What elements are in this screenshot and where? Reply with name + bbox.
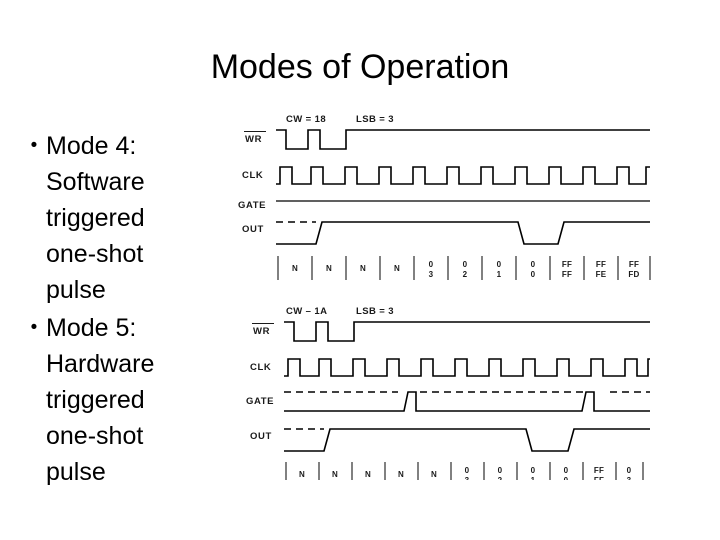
count-cell: N [365, 470, 371, 479]
count-cell-high: 00 [531, 260, 536, 279]
count-cell: 03 [465, 466, 470, 480]
count-row: N N N N 03 02 01 00 FF FF FF FE FF FD [277, 256, 651, 280]
count-cell: FFFF [594, 466, 604, 480]
count-cell: 03 [429, 260, 434, 279]
signal-label-wr: WR [253, 326, 270, 337]
count-cell: N [292, 264, 298, 273]
count-cell-high: 03 [465, 466, 470, 480]
count-cell: 02 [498, 466, 503, 480]
count-cell: N [394, 264, 400, 273]
signal-label-wr: WR [245, 134, 262, 145]
count-cell-high: 03 [429, 260, 434, 279]
count-cell: N [431, 470, 437, 479]
count-cell-high: 02 [498, 466, 503, 480]
count-cell-high: 01 [531, 466, 536, 480]
annotation-cw: CW = 18 [286, 114, 326, 125]
count-cell: N [332, 470, 338, 479]
count-cell: 01 [531, 466, 536, 480]
waveform-clk [276, 166, 650, 185]
count-cell: 02 [463, 260, 468, 279]
count-cell: FF FE [596, 260, 607, 279]
count-cell: 03 [627, 466, 632, 480]
signal-label-clk: CLK [250, 362, 271, 373]
count-row: N N N N N 03 02 01 00 [285, 462, 644, 480]
count-cell-high: 03 [627, 466, 632, 480]
count-cell: 01 [497, 260, 502, 279]
count-cell: FF FD [628, 260, 639, 279]
waveform-wr [284, 321, 650, 342]
count-cell: 00 [531, 260, 536, 279]
count-cell-high: 01 [497, 260, 502, 279]
timing-diagram-figure: CW = 18 LSB = 3 WR CLK GATE OUT N N N N … [238, 104, 656, 480]
count-cell: N [360, 264, 366, 273]
count-cell: 00 [564, 466, 569, 480]
count-cell: FFFF [562, 260, 572, 279]
bullet-text: Mode 5: Hardware triggered one-shot puls… [46, 314, 155, 486]
waveform-out [284, 428, 650, 452]
count-cell: N [299, 470, 305, 479]
count-cell-high: FF FE [596, 260, 607, 279]
annotation-cw: CW – 1A [286, 306, 327, 317]
signal-label-gate: GATE [238, 200, 266, 211]
page-title: Modes of Operation [210, 48, 510, 86]
count-cell-high: FFFF [594, 466, 604, 480]
mode-4-timing-diagram: CW = 18 LSB = 3 WR CLK GATE OUT N N N N … [238, 114, 651, 280]
count-cell: N [326, 264, 332, 273]
signal-label-out: OUT [242, 224, 264, 235]
waveform-out [276, 221, 650, 245]
signal-label-gate: GATE [246, 396, 274, 407]
count-cell-high: FFFF [562, 260, 572, 279]
annotation-lsb: LSB = 3 [356, 114, 394, 125]
count-cell-high: FF FD [628, 260, 639, 279]
waveform-gate [284, 391, 650, 412]
signal-label-out: OUT [250, 431, 272, 442]
mode-5-timing-diagram: CW – 1A LSB = 3 WR CLK GATE OUT N N N N … [246, 306, 650, 480]
annotation-lsb: LSB = 3 [356, 306, 394, 317]
signal-label-clk: CLK [242, 170, 263, 181]
bullet-marker-icon: • [30, 317, 38, 338]
slide-canvas: Modes of Operation • Mode 4: Software tr… [0, 0, 720, 540]
list-item: • Mode 5: Hardware triggered one-shot pu… [22, 310, 227, 490]
count-cell: N [398, 470, 404, 479]
waveform-wr [276, 129, 650, 150]
count-cell-high: 02 [463, 260, 468, 279]
count-cell-high: 00 [564, 466, 569, 480]
waveform-clk [284, 358, 650, 377]
list-item: • Mode 4: Software triggered one-shot pu… [22, 128, 227, 308]
bullet-list: • Mode 4: Software triggered one-shot pu… [22, 128, 227, 492]
bullet-text: Mode 4: Software triggered one-shot puls… [46, 132, 145, 304]
bullet-marker-icon: • [30, 135, 38, 156]
